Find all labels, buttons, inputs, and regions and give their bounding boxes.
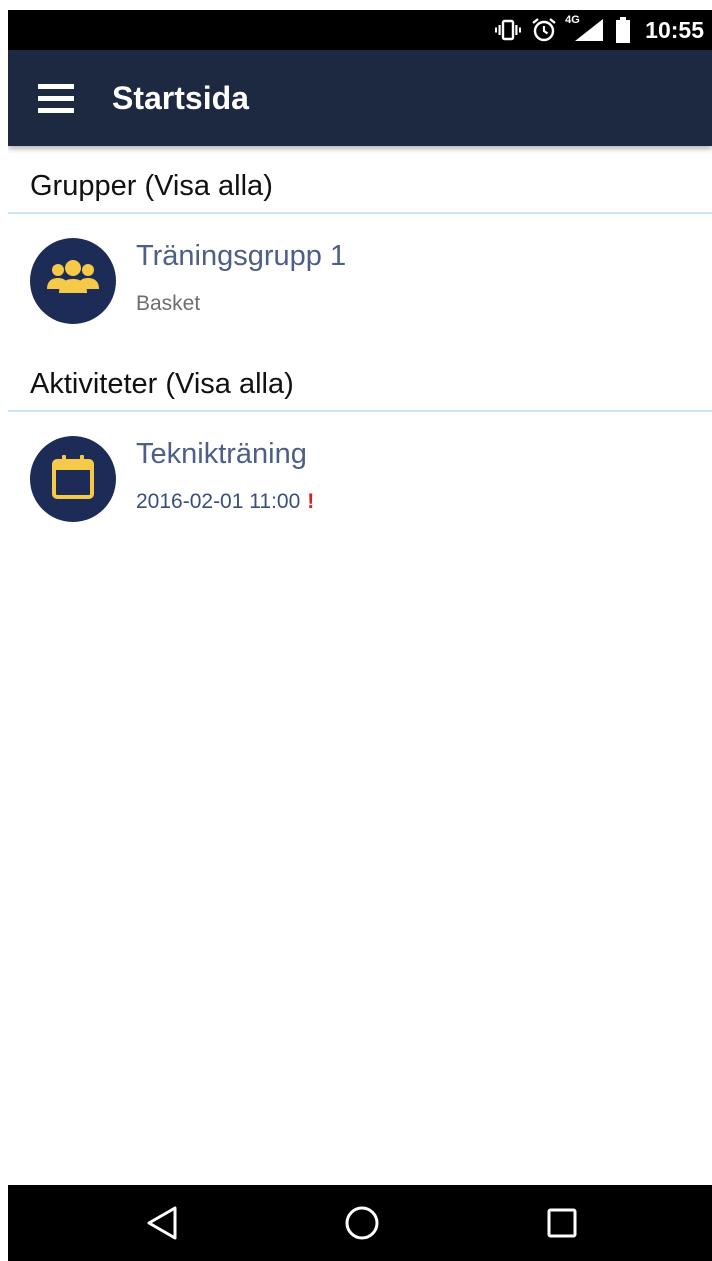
- activity-datetime-row: 2016-02-01 11:00!: [136, 488, 314, 516]
- status-icons: 4G 10:55: [495, 10, 704, 50]
- hamburger-menu-icon: [30, 72, 82, 124]
- app-bar: Startsida: [8, 50, 712, 146]
- activity-datetime: 2016-02-01 11:00: [136, 490, 301, 513]
- groups-section-header[interactable]: Grupper (Visa alla): [8, 146, 712, 214]
- home-button[interactable]: [338, 1199, 386, 1247]
- status-time: 10:55: [645, 16, 704, 43]
- main-content: Grupper (Visa alla) Träningsgrupp 1 Bask…: [8, 146, 712, 542]
- back-button[interactable]: [138, 1199, 186, 1247]
- recents-icon: [545, 1206, 579, 1240]
- activity-list-item[interactable]: Teknikträning 2016-02-01 11:00!: [8, 412, 712, 542]
- group-title: Träningsgrupp 1: [136, 240, 347, 272]
- page-title: Startsida: [112, 80, 249, 116]
- calendar-icon: [51, 454, 95, 505]
- status-bar: 4G 10:55: [8, 10, 712, 50]
- alert-mark: !: [307, 490, 315, 513]
- signal-4g-icon: 4G: [565, 14, 605, 43]
- menu-button[interactable]: [30, 72, 82, 124]
- activity-avatar: [30, 436, 116, 522]
- group-list-item[interactable]: Träningsgrupp 1 Basket: [8, 214, 712, 344]
- recents-button[interactable]: [538, 1199, 586, 1247]
- navigation-bar: [8, 1185, 712, 1261]
- vibrate-icon: [495, 19, 522, 41]
- back-icon: [145, 1205, 179, 1241]
- activities-section-header[interactable]: Aktiviteter (Visa alla): [8, 344, 712, 412]
- network-type-label: 4G: [565, 14, 580, 26]
- screen: 4G 10:55 Startsida Grupper (Visa alla) T…: [8, 10, 712, 1261]
- group-icon: [46, 259, 100, 304]
- alarm-icon: [531, 17, 557, 43]
- group-avatar: [30, 238, 116, 324]
- group-subtitle: Basket: [136, 292, 201, 315]
- battery-icon: [615, 17, 631, 43]
- activity-title: Teknikträning: [136, 438, 307, 470]
- home-icon: [343, 1204, 381, 1242]
